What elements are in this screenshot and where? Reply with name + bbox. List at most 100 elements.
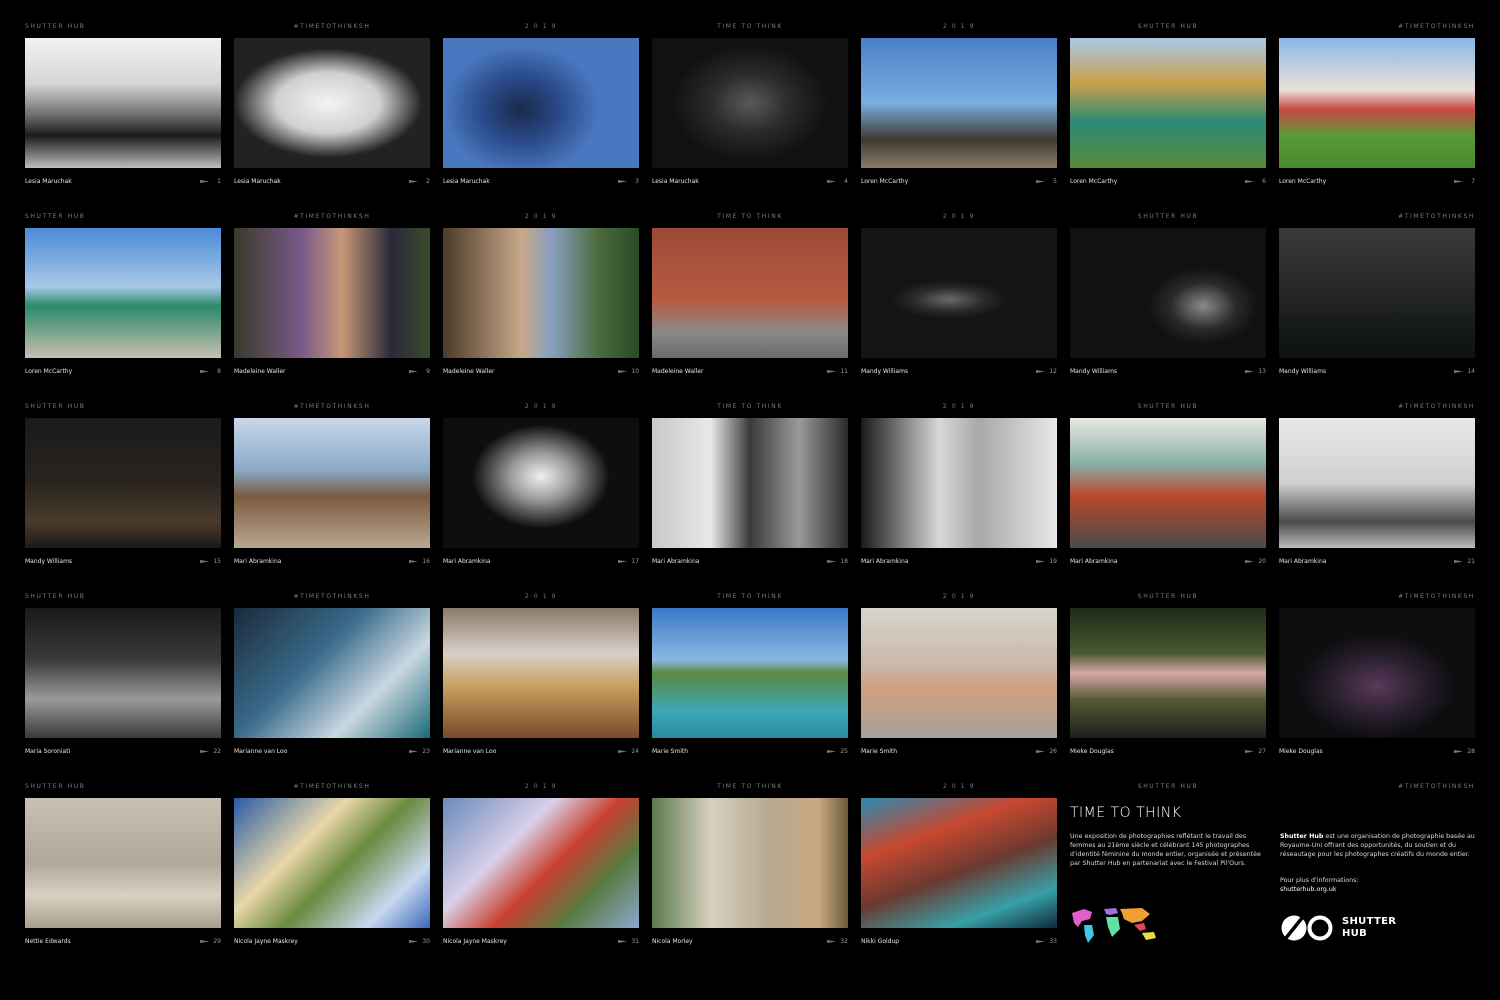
flag-icon	[1245, 180, 1254, 183]
photo-thumbnail[interactable]	[234, 38, 430, 168]
header-label: #TIMETOTHINKSH	[293, 213, 371, 220]
photo-number: 29	[213, 938, 221, 945]
photo-thumbnail[interactable]	[1279, 608, 1475, 738]
photographer-name: Loren McCarthy	[1279, 178, 1327, 185]
photographer-name: Mari Abramkina	[652, 558, 700, 565]
photo-caption: Loren McCarthy 7	[1279, 177, 1475, 187]
photo-thumbnail[interactable]	[234, 608, 430, 738]
photo-thumbnail[interactable]	[1279, 418, 1475, 548]
photographer-name: Mari Abramkina	[861, 558, 909, 565]
photo-caption: Nettie Edwards 29	[25, 937, 221, 947]
flag-icon	[1245, 560, 1254, 563]
photographer-name: Nicola Jayne Maskrey	[234, 938, 298, 945]
photo-caption: Mari Abramkina 20	[1070, 557, 1266, 567]
photo-thumbnail[interactable]	[443, 228, 639, 358]
photo-number: 20	[1258, 558, 1266, 565]
header-label: SHUTTER HUB	[25, 403, 86, 410]
photographer-name: Loren McCarthy	[861, 178, 909, 185]
header-label: 2 0 1 9	[524, 23, 558, 30]
photo-thumbnail[interactable]	[861, 228, 1057, 358]
photo-number: 23	[422, 748, 430, 755]
flag-icon	[200, 180, 209, 183]
photo-thumbnail[interactable]	[861, 418, 1057, 548]
photo-thumbnail[interactable]	[234, 228, 430, 358]
photo-thumbnail[interactable]	[234, 798, 430, 928]
photo-thumbnail[interactable]	[652, 798, 848, 928]
photo-caption: Loren McCarthy 8	[25, 367, 221, 377]
photo-thumbnail[interactable]	[234, 418, 430, 548]
photographer-name: Mandy Williams	[25, 558, 73, 565]
photo-thumbnail[interactable]	[25, 38, 221, 168]
photo-thumbnail[interactable]	[443, 608, 639, 738]
flag-icon	[200, 940, 209, 943]
photo-thumbnail[interactable]	[25, 608, 221, 738]
header-label: SHUTTER HUB	[1137, 403, 1199, 410]
photo-thumbnail[interactable]	[443, 38, 639, 168]
photo-thumbnail[interactable]	[25, 228, 221, 358]
photo-thumbnail[interactable]	[652, 418, 848, 548]
photographer-name: Nicola Jayne Maskrey	[443, 938, 507, 945]
header-label: #TIMETOTHINKSH	[293, 23, 371, 30]
header-label: 2 0 1 9	[524, 213, 558, 220]
photo-caption: Madeleine Waller 11	[652, 367, 848, 377]
header-label: 2 0 1 9	[942, 403, 976, 410]
photo-thumbnail[interactable]	[1070, 418, 1266, 548]
photo-caption: Mari Abramkina 16	[234, 557, 430, 567]
photo-number: 1	[217, 178, 221, 185]
photo-thumbnail[interactable]	[1070, 38, 1266, 168]
photo-caption: Lesia Maruchak 4	[652, 177, 848, 187]
photo-number: 12	[1049, 368, 1057, 375]
photo-number: 26	[1049, 748, 1057, 755]
photo-thumbnail[interactable]	[443, 798, 639, 928]
photo-thumbnail[interactable]	[25, 798, 221, 928]
flag-icon	[1454, 370, 1463, 373]
photo-thumbnail[interactable]	[1070, 608, 1266, 738]
photo-thumbnail[interactable]	[861, 798, 1057, 928]
photo-number: 13	[1258, 368, 1266, 375]
photo-number: 21	[1467, 558, 1475, 565]
flag-icon	[1454, 180, 1463, 183]
flag-icon	[1036, 560, 1045, 563]
photographer-name: Loren McCarthy	[25, 368, 73, 375]
photo-caption: Marianne van Loo 24	[443, 747, 639, 757]
logo-text-line1: SHUTTER	[1342, 916, 1397, 927]
photo-number: 18	[840, 558, 848, 565]
photographer-name: Lesia Maruchak	[652, 178, 699, 185]
photo-number: 9	[426, 368, 430, 375]
flag-icon	[827, 940, 836, 943]
photo-thumbnail[interactable]	[1279, 228, 1475, 358]
photo-caption: Mandy Williams 15	[25, 557, 221, 567]
flag-icon	[618, 370, 627, 373]
photo-number: 33	[1049, 938, 1057, 945]
photo-thumbnail[interactable]	[861, 608, 1057, 738]
photo-thumbnail[interactable]	[652, 608, 848, 738]
photo-number: 16	[422, 558, 430, 565]
photo-number: 22	[213, 748, 221, 755]
photographer-name: Maria Soroniati	[25, 748, 71, 755]
photo-thumbnail[interactable]	[652, 38, 848, 168]
photographer-name: Mari Abramkina	[234, 558, 282, 565]
photo-thumbnail[interactable]	[652, 228, 848, 358]
header-label: 2 0 1 9	[524, 783, 558, 790]
about-shutter-hub: Shutter Hub est une organisation de phot…	[1280, 832, 1475, 859]
header-label: TIME TO THINK	[717, 23, 783, 30]
photo-thumbnail[interactable]	[443, 418, 639, 548]
photo-thumbnail[interactable]	[25, 418, 221, 548]
photographer-name: Mari Abramkina	[443, 558, 491, 565]
website-link[interactable]: shutterhub.org.uk	[1280, 885, 1475, 894]
photo-number: 32	[840, 938, 848, 945]
photo-caption: Mieke Douglas 28	[1279, 747, 1475, 757]
photo-thumbnail[interactable]	[861, 38, 1057, 168]
flag-icon	[1036, 370, 1045, 373]
header-label: SHUTTER HUB	[25, 593, 86, 600]
flag-icon	[618, 180, 627, 183]
logo-text-line2: HUB	[1342, 928, 1368, 939]
header-label: #TIMETOTHINKSH	[293, 403, 371, 410]
exhibition-description: Une exposition de photographies reflétan…	[1070, 833, 1261, 867]
photo-thumbnail[interactable]	[1070, 228, 1266, 358]
flag-icon	[409, 750, 418, 753]
header-label: #TIMETOTHINKSH	[1398, 403, 1475, 410]
flag-icon	[1454, 750, 1463, 753]
photo-thumbnail[interactable]	[1279, 38, 1475, 168]
photo-number: 14	[1467, 368, 1475, 375]
